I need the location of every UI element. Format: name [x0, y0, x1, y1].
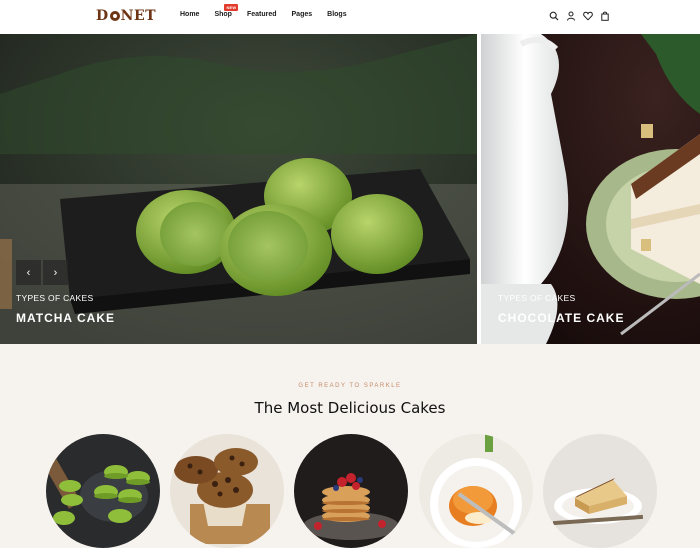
hero-slide-chocolate[interactable]: Types of cakes Chocolate Cake	[481, 34, 700, 344]
cheesecake-photo	[543, 434, 657, 548]
nav-item-featured[interactable]: Featured	[247, 11, 277, 18]
slide-title[interactable]: Chocolate Cake	[498, 311, 624, 325]
category-cheesecake[interactable]	[543, 434, 657, 548]
site-header: D NET Home Shop NEW Featured Pages Blogs	[0, 0, 700, 34]
category-pancakes[interactable]	[294, 434, 408, 548]
macarons-photo	[46, 434, 160, 548]
brand-logo[interactable]: D NET	[96, 8, 156, 24]
category-flan[interactable]	[419, 434, 533, 548]
nav-item-pages[interactable]: Pages	[292, 11, 313, 18]
nav-item-label: Shop	[214, 11, 232, 18]
slide-subtitle: Types of cakes	[498, 293, 576, 303]
pancakes-photo	[294, 434, 408, 548]
nav-item-shop[interactable]: Shop NEW	[214, 4, 239, 18]
new-badge: NEW	[224, 4, 239, 11]
section-eyebrow: Get ready to sparkle	[298, 383, 402, 389]
slide-subtitle: Types of cakes	[16, 293, 94, 303]
main-nav: Home Shop NEW Featured Pages Blogs	[180, 4, 347, 18]
next-arrow-button[interactable]: ›	[43, 260, 68, 285]
search-icon[interactable]	[549, 11, 559, 21]
hero-slider: ‹ › Types of cakes Matcha Cake	[0, 34, 700, 344]
slide-title[interactable]: Matcha Cake	[16, 311, 115, 325]
nav-item-blogs[interactable]: Blogs	[327, 11, 346, 18]
header-actions	[549, 11, 610, 21]
user-icon[interactable]	[566, 11, 576, 21]
bag-icon[interactable]	[600, 11, 610, 21]
section-title: The Most Delicious Cakes	[254, 399, 446, 417]
slider-arrows: ‹ ›	[16, 260, 68, 285]
flan-photo	[419, 434, 533, 548]
muffins-photo	[170, 434, 284, 548]
category-macarons[interactable]	[46, 434, 160, 548]
prev-arrow-button[interactable]: ‹	[16, 260, 41, 285]
nav-item-home[interactable]: Home	[180, 11, 199, 18]
heart-icon[interactable]	[583, 11, 593, 21]
hero-slide-matcha[interactable]: ‹ › Types of cakes Matcha Cake	[0, 34, 477, 344]
category-muffins[interactable]	[170, 434, 284, 548]
